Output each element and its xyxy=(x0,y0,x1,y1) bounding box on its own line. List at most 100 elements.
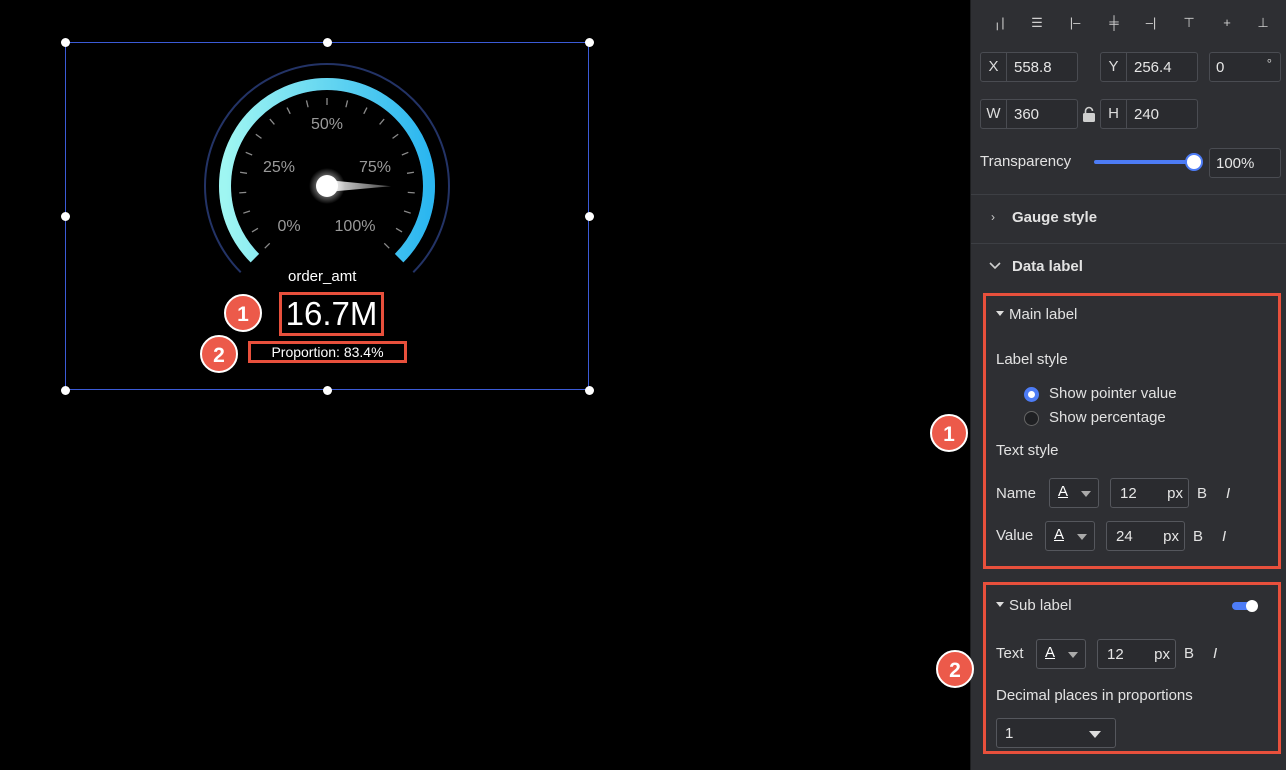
gauge-tick xyxy=(403,210,411,214)
gauge-field-name: order_amt xyxy=(288,268,357,285)
sub-label-title[interactable]: Sub label xyxy=(1009,597,1072,614)
name-font-size-unit: px xyxy=(1167,485,1183,502)
sub-font-size-value[interactable]: 12 xyxy=(1107,646,1124,663)
text-row-label: Text xyxy=(996,645,1024,662)
decimal-places-heading: Decimal places in proportions xyxy=(996,687,1193,704)
align-top-icon[interactable]: ⊤ xyxy=(1178,12,1200,34)
width-field[interactable]: W 360 xyxy=(980,99,1078,129)
gauge-tick xyxy=(401,151,409,156)
section-data-label[interactable]: Data label xyxy=(1012,258,1083,275)
gauge-tick xyxy=(251,227,259,233)
rotation-field[interactable]: 0 ° xyxy=(1209,52,1281,82)
chevron-right-icon[interactable]: › xyxy=(991,210,995,224)
caret-down-icon xyxy=(1068,652,1078,658)
caret-down-icon xyxy=(1077,534,1087,540)
gauge-tick xyxy=(363,107,368,115)
name-font-size-field[interactable]: 12 px xyxy=(1110,478,1189,508)
gauge-tick xyxy=(269,118,275,125)
section-gauge-style[interactable]: Gauge style xyxy=(1012,209,1097,226)
name-font-size-value[interactable]: 12 xyxy=(1120,485,1137,502)
height-field[interactable]: H 240 xyxy=(1100,99,1198,129)
gauge-tick xyxy=(243,210,251,214)
gauge-tick-label: 0% xyxy=(277,218,300,235)
annotation-marker-2: 2 xyxy=(936,650,974,688)
transparency-slider-thumb[interactable] xyxy=(1185,153,1203,171)
value-italic-button[interactable]: I xyxy=(1222,528,1226,545)
option-show-pointer-value[interactable]: Show pointer value xyxy=(1049,385,1177,402)
align-right-edge-icon[interactable]: –| xyxy=(1140,12,1162,34)
name-font-color-dropdown[interactable]: A xyxy=(1049,478,1099,508)
caret-down-icon xyxy=(1089,731,1101,738)
x-field[interactable]: X 558.8 xyxy=(980,52,1078,82)
y-field[interactable]: Y 256.4 xyxy=(1100,52,1198,82)
align-center-h-icon[interactable]: ☰ xyxy=(1026,12,1048,34)
option-show-percentage[interactable]: Show percentage xyxy=(1049,409,1166,426)
sub-font-size-field[interactable]: 12 px xyxy=(1097,639,1176,669)
y-value[interactable]: 256.4 xyxy=(1127,59,1172,76)
decimal-places-value: 1 xyxy=(1005,725,1014,742)
gauge-tick xyxy=(255,133,262,139)
gauge-tick-label: 50% xyxy=(311,116,343,133)
caret-down-icon xyxy=(1081,491,1091,497)
value-bold-button[interactable]: B xyxy=(1193,528,1203,545)
gauge-main-value: 16.7M xyxy=(279,292,384,336)
value-font-size-field[interactable]: 24 px xyxy=(1106,521,1185,551)
align-left-icon[interactable]: ╷| xyxy=(988,12,1010,34)
gauge-tick xyxy=(379,118,385,125)
gauge-tick xyxy=(395,227,403,233)
value-font-color-dropdown[interactable]: A xyxy=(1045,521,1095,551)
font-color-icon: A xyxy=(1045,644,1056,661)
align-bottom-icon[interactable]: ⊥ xyxy=(1252,12,1274,34)
chevron-down-icon[interactable] xyxy=(989,262,1001,270)
toggle-knob xyxy=(1246,600,1258,612)
gauge-tick xyxy=(407,191,415,194)
radio-show-pointer-value[interactable] xyxy=(1024,387,1039,402)
name-italic-button[interactable]: I xyxy=(1226,485,1230,502)
sub-bold-button[interactable]: B xyxy=(1184,645,1194,662)
sub-italic-button[interactable]: I xyxy=(1213,645,1217,662)
caret-down-icon[interactable] xyxy=(996,311,1004,316)
caret-down-icon[interactable] xyxy=(996,602,1004,607)
annotation-marker-1: 1 xyxy=(224,294,262,332)
gauge-tick-label: 75% xyxy=(359,159,391,176)
distribute-h-icon[interactable]: ╪ xyxy=(1103,12,1125,34)
y-label: Y xyxy=(1101,53,1127,81)
lock-icon[interactable] xyxy=(1082,106,1096,123)
label-style-heading: Label style xyxy=(996,351,1068,368)
x-label: X xyxy=(981,53,1007,81)
alignment-toolbar: ╷| ☰ |– ╪ –| ⊤ + ⊥ xyxy=(970,12,1286,36)
gauge-center-cap xyxy=(316,175,338,197)
sub-font-color-dropdown[interactable]: A xyxy=(1036,639,1086,669)
gauge-tick-label: 100% xyxy=(335,218,376,235)
gauge-tick xyxy=(239,171,248,174)
rotation-value[interactable]: 0 xyxy=(1210,59,1224,76)
text-style-heading: Text style xyxy=(996,442,1059,459)
gauge-tick xyxy=(383,242,390,249)
value-font-size-unit: px xyxy=(1163,528,1179,545)
transparency-label: Transparency xyxy=(980,153,1072,170)
transparency-field[interactable]: 100% xyxy=(1209,148,1281,178)
gauge-tick xyxy=(406,171,415,174)
annotation-marker-2: 2 xyxy=(200,335,238,373)
h-label: H xyxy=(1101,100,1127,128)
font-color-icon: A xyxy=(1054,526,1065,543)
w-value[interactable]: 360 xyxy=(1007,106,1039,123)
name-bold-button[interactable]: B xyxy=(1197,485,1207,502)
transparency-value[interactable]: 100% xyxy=(1210,155,1254,172)
h-value[interactable]: 240 xyxy=(1127,106,1159,123)
main-label-title[interactable]: Main label xyxy=(1009,306,1077,323)
x-value[interactable]: 558.8 xyxy=(1007,59,1052,76)
transparency-slider[interactable] xyxy=(1094,160,1196,164)
align-middle-v-icon[interactable]: + xyxy=(1216,12,1238,34)
gauge-tick xyxy=(392,133,399,139)
value-row-label: Value xyxy=(996,527,1034,544)
radio-show-percentage[interactable] xyxy=(1024,411,1039,426)
sub-label-toggle[interactable] xyxy=(1232,600,1258,612)
gauge-sub-label: Proportion: 83.4% xyxy=(248,341,407,363)
align-right-icon[interactable]: |– xyxy=(1064,12,1086,34)
decimal-places-select[interactable]: 1 xyxy=(996,718,1116,748)
gauge-tick xyxy=(305,100,309,108)
value-font-size-value[interactable]: 24 xyxy=(1116,528,1133,545)
font-color-icon: A xyxy=(1058,483,1069,500)
canvas[interactable]: 0% 25% 50% 75% 100% order_amt 16.7M Proporti… xyxy=(0,0,970,770)
